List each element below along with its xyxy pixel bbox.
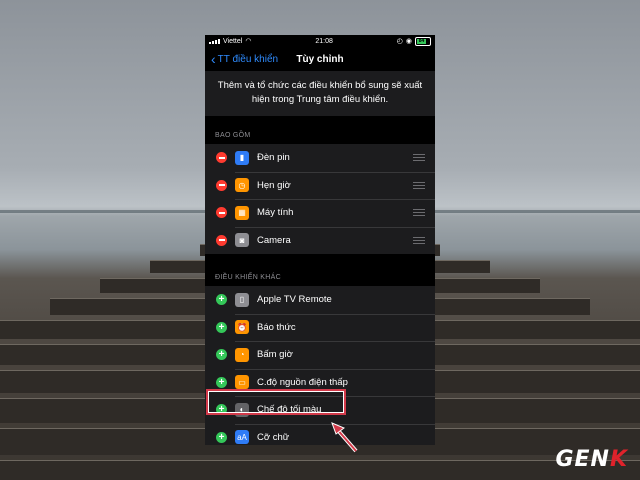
list-item: + ⏰ Báo thức [205, 313, 435, 342]
list-item: ◷ Hẹn giờ [205, 171, 435, 200]
stopwatch-icon: ◔ [235, 347, 249, 362]
item-label: Bấm giờ [257, 349, 293, 361]
section-header-more: ĐIỀU KHIỂN KHÁC [215, 274, 281, 281]
reorder-handle-icon[interactable] [413, 181, 425, 189]
nav-bar: ‹ TT điều khiển Tùy chỉnh [205, 47, 435, 71]
battery-level: 84 [416, 37, 426, 44]
remove-button[interactable] [216, 207, 227, 219]
back-button[interactable]: ‹ TT điều khiển [205, 51, 279, 67]
chevron-left-icon: ‹ [211, 51, 216, 67]
item-label: Apple TV Remote [257, 294, 332, 306]
highlight-box [206, 389, 346, 415]
item-label: Báo thức [257, 321, 296, 333]
item-label: C.độ nguồn điện thấp [257, 376, 348, 388]
list-item: ▦ Máy tính [205, 199, 435, 227]
reorder-handle-icon[interactable] [413, 154, 425, 162]
phone-screen: Viettel ◠ 21:08 ◴ ◉ 84 ‹ TT điều khiển T… [205, 35, 435, 445]
back-label: TT điều khiển [217, 53, 279, 65]
battery-icon: 84 [414, 36, 431, 46]
wifi-icon: ◠ [245, 38, 252, 45]
alarm-status-icon: ◴ [396, 38, 403, 45]
add-button[interactable]: + [216, 349, 227, 361]
item-label: Hẹn giờ [257, 179, 291, 191]
calculator-icon: ▦ [235, 205, 249, 220]
add-button[interactable]: + [216, 294, 227, 306]
remove-button[interactable] [216, 179, 227, 191]
list-item: + ▯ Apple TV Remote [205, 286, 435, 314]
item-label: Đèn pin [257, 152, 290, 164]
alarm-icon: ⏰ [235, 320, 249, 335]
remote-icon: ▯ [235, 292, 249, 307]
reorder-handle-icon[interactable] [413, 236, 425, 244]
camera-icon: ◙ [235, 233, 249, 248]
reorder-handle-icon[interactable] [413, 209, 425, 217]
timer-icon: ◷ [235, 178, 249, 193]
status-time: 21:08 [315, 37, 333, 45]
carrier: Viettel [223, 37, 243, 45]
add-button[interactable]: + [216, 321, 227, 333]
remove-button[interactable] [216, 152, 227, 164]
list-item: ▮ Đèn pin [205, 144, 435, 172]
text-size-icon: aA [235, 430, 249, 445]
arrow-annotation [331, 422, 358, 453]
genk-logo: GENK [555, 447, 628, 472]
more-controls-list: + ▯ Apple TV Remote + ⏰ Báo thức + ◔ Bấm… [205, 286, 435, 445]
add-button[interactable]: + [216, 376, 227, 388]
included-list: ▮ Đèn pin ◷ Hẹn giờ ▦ Máy tính ◙ Camera [205, 144, 435, 254]
section-header-included: BAO GỒM [215, 132, 251, 139]
item-label: Camera [257, 234, 291, 246]
add-button[interactable]: + [216, 431, 227, 443]
signal-icon [209, 38, 220, 44]
list-item: ◙ Camera [205, 226, 435, 255]
list-item: + ◔ Bấm giờ [205, 341, 435, 369]
rotation-lock-icon: ◉ [405, 38, 412, 45]
low-power-icon: ▭ [235, 375, 249, 390]
flashlight-icon: ▮ [235, 150, 249, 165]
remove-button[interactable] [216, 234, 227, 246]
item-label: Máy tính [257, 207, 294, 219]
list-item: + aA Cỡ chữ [205, 423, 435, 446]
status-bar: Viettel ◠ 21:08 ◴ ◉ 84 [205, 35, 435, 47]
description-text: Thêm và tổ chức các điều khiển bổ sung s… [205, 71, 435, 116]
